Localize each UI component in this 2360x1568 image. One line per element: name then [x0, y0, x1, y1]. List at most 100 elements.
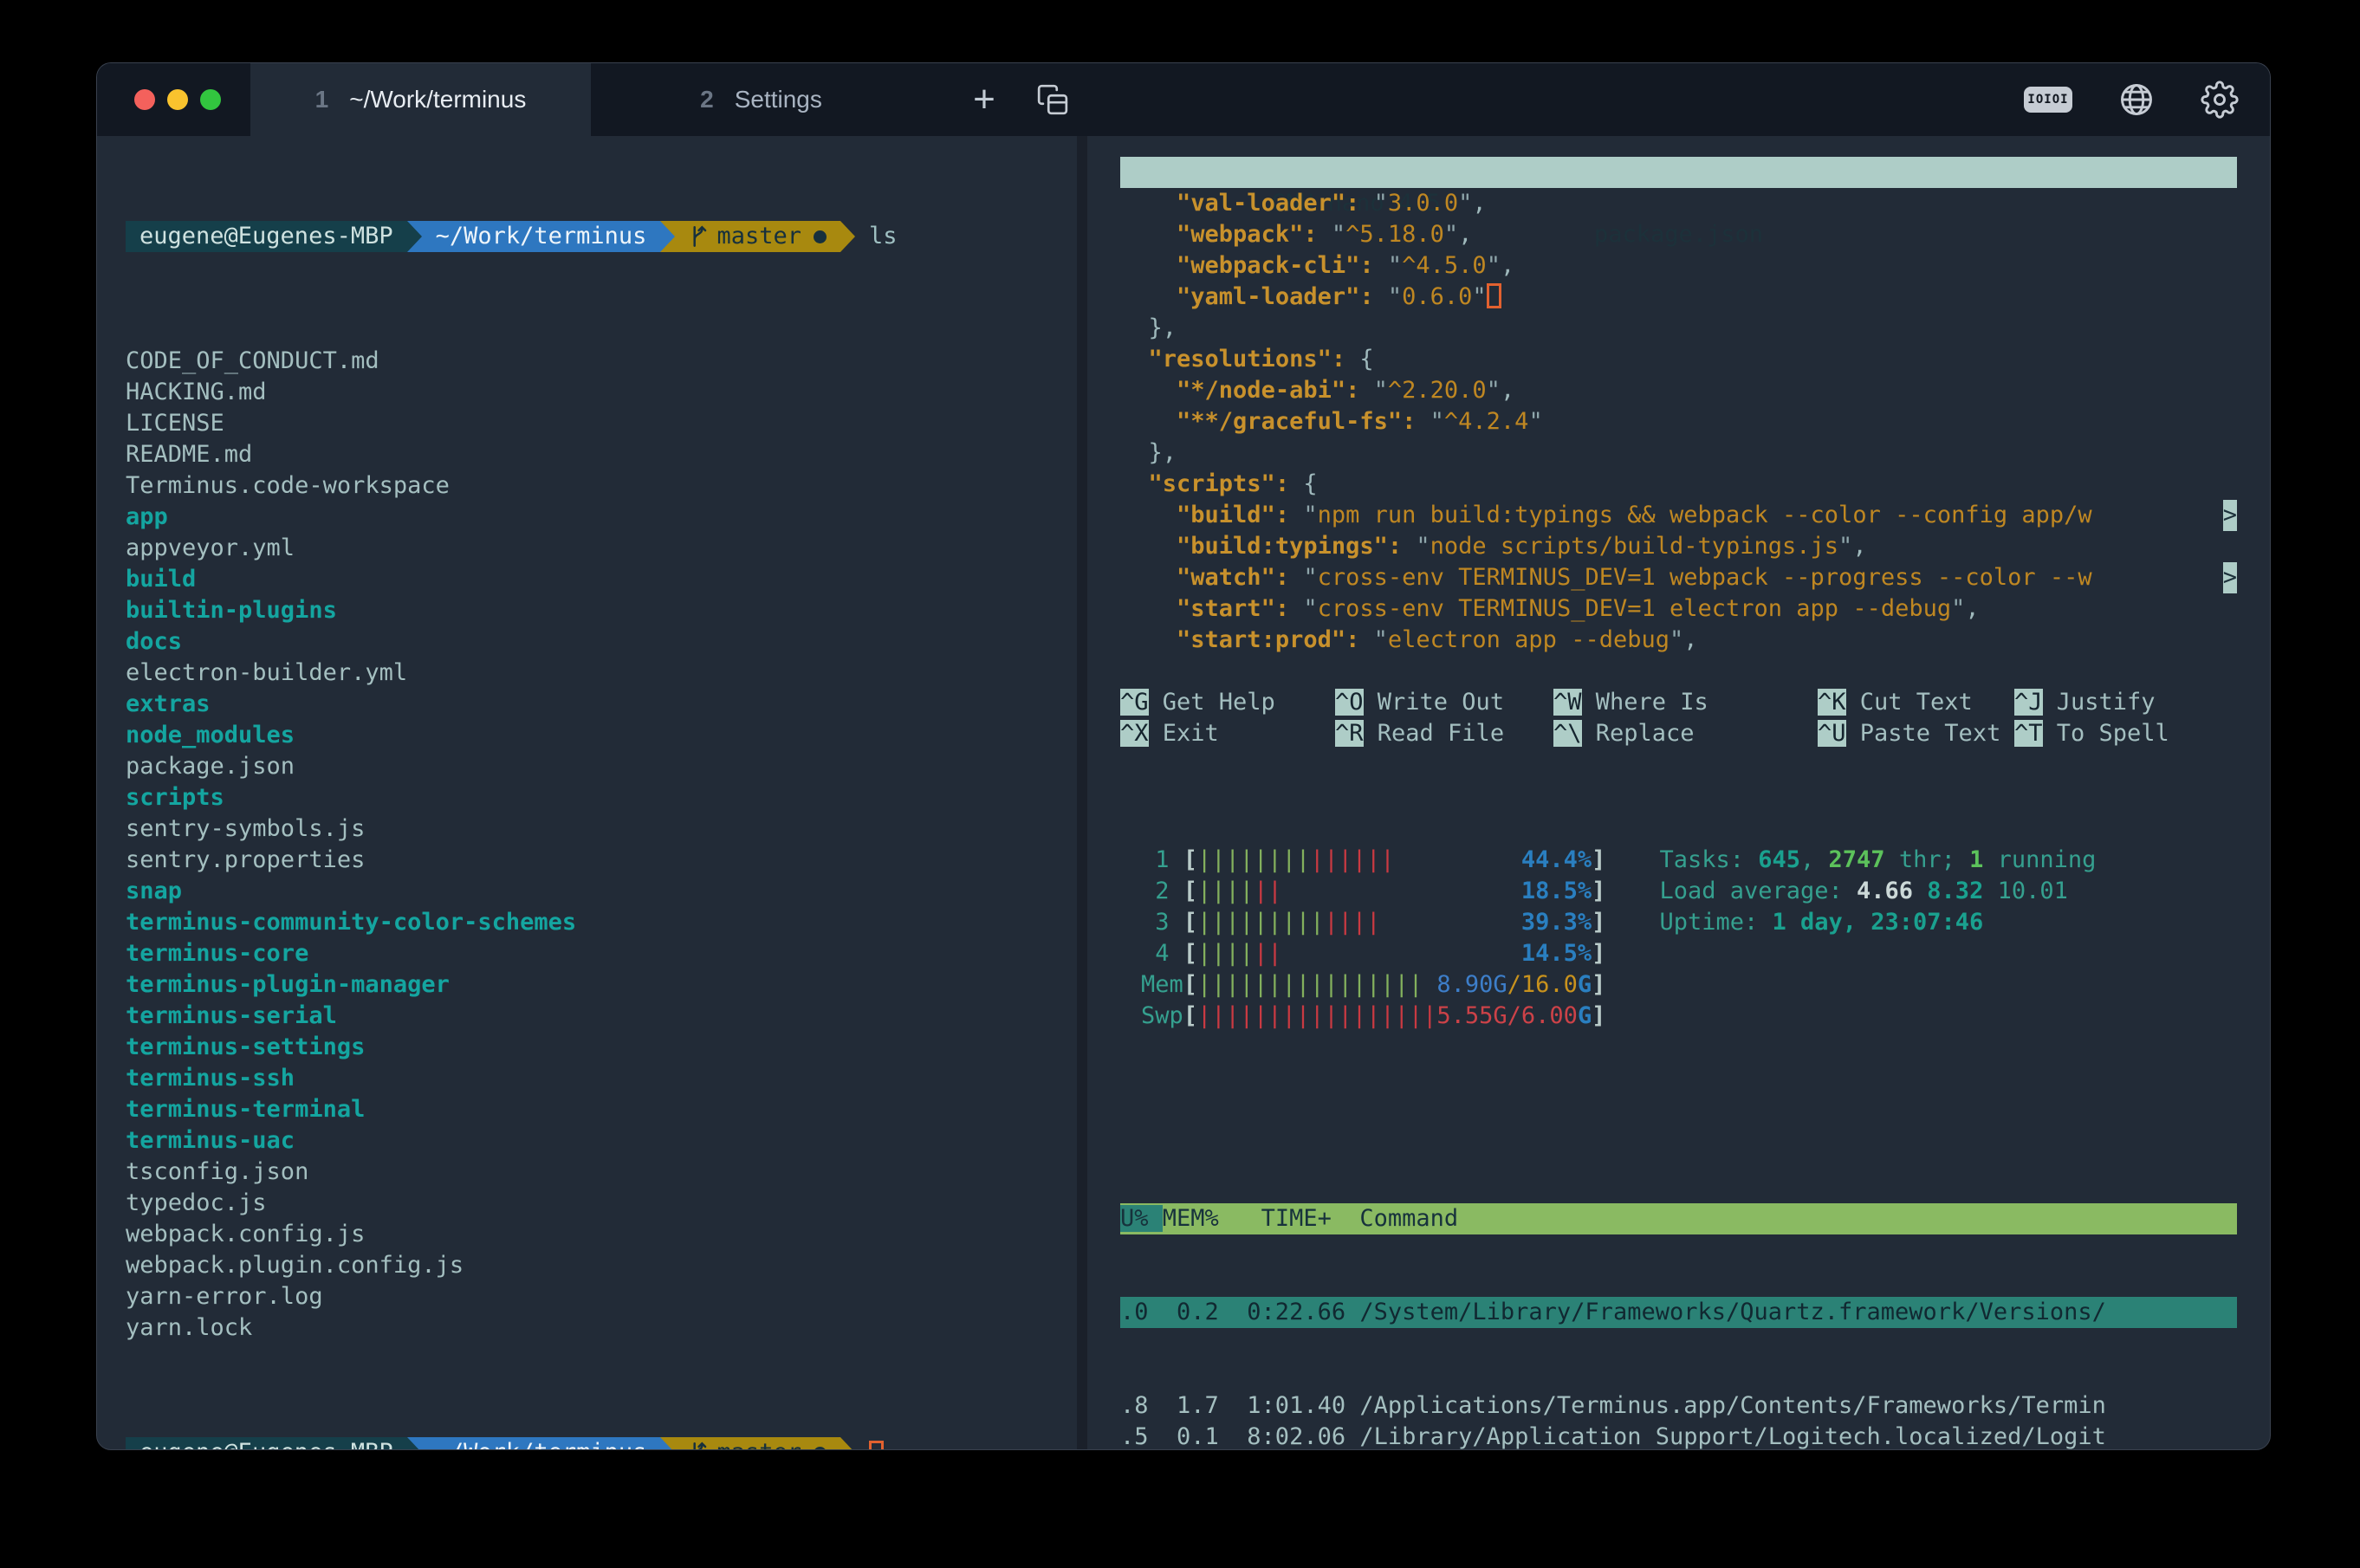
proc-row: .5 0.1 8:02.06 /Library/Application Supp… [1120, 1422, 2237, 1449]
listing-item: webpack.plugin.config.js [126, 1250, 1077, 1281]
nano-pane[interactable]: GNU nano 4.5 package.json "val-loader": … [1087, 136, 2270, 749]
htop-gap [1120, 1094, 2237, 1141]
prompt-git-segment: master [675, 221, 840, 252]
htop-meters-and-stats: 1 [||||||||||||||44.4%] 2 [||||||18.5%] … [1120, 845, 2237, 1032]
listing-item: terminus-core [126, 938, 1077, 969]
proc-selected-row[interactable]: .0 0.2 0:22.66 /System/Library/Framework… [1120, 1297, 2237, 1328]
powerline-separator [660, 221, 675, 252]
pane-divider-vertical[interactable] [1077, 136, 1087, 1449]
nano-shortcut: ^J Justify [2014, 687, 2237, 718]
listing-item: terminus-serial [126, 1001, 1077, 1032]
listing-item: snap [126, 876, 1077, 907]
meter-bar: ||||||||||||||44.4% [1197, 845, 1592, 876]
maximize-button[interactable] [200, 89, 221, 110]
line-continuation-marker: > [2223, 500, 2237, 531]
line-continuation-marker: > [2223, 562, 2237, 593]
nano-shortcuts-row-1: ^G Get Help^O Write Out^W Where Is^K Cut… [1120, 687, 2237, 718]
powerline-separator [660, 1437, 675, 1449]
htop-stat-line: Tasks: 645, 2747 thr; 1 running [1659, 845, 2096, 876]
nano-shortcut: ^R Read File [1335, 718, 1553, 749]
nano-titlebar: GNU nano 4.5 package.json [1120, 157, 2237, 188]
meter-bar: ||||||||||||||||8.90G/16.0G [1197, 969, 1592, 1001]
prompt-cwd: ~/Work/terminus [422, 1437, 661, 1449]
listing-item: typedoc.js [126, 1188, 1077, 1219]
tab-number: 2 [700, 86, 714, 113]
listing-item: build [126, 564, 1077, 595]
terminal-content: eugene@Eugenes-MBP ~/Work/terminus maste… [97, 136, 2270, 1449]
close-button[interactable] [134, 89, 155, 110]
listing-item: app [126, 502, 1077, 533]
listing-item: tsconfig.json [126, 1157, 1077, 1188]
nano-line: "webpack": "^5.18.0", [1120, 219, 2237, 250]
resource-meter: 4 [||||||14.5%] [1141, 938, 1605, 969]
serial-icon[interactable]: IOIOI [2024, 87, 2072, 113]
tab-work-terminus[interactable]: 1 ~/Work/terminus [250, 63, 591, 136]
powerline-separator [407, 1437, 422, 1449]
listing-item: CODE_OF_CONDUCT.md [126, 346, 1077, 377]
resource-meter: 3 [|||||||||||||39.3%] [1141, 907, 1605, 938]
git-branch-icon [689, 224, 708, 249]
nano-shortcut: ^T To Spell [2014, 718, 2237, 749]
resource-meter: 1 [||||||||||||||44.4%] [1141, 845, 1605, 876]
listing-item: appveyor.yml [126, 533, 1077, 564]
listing-item: extras [126, 689, 1077, 720]
listing-item: terminus-uac [126, 1125, 1077, 1157]
right-panes: GNU nano 4.5 package.json "val-loader": … [1087, 136, 2270, 1449]
nano-line: }, [1120, 313, 2237, 344]
listing-item: electron-builder.yml [126, 658, 1077, 689]
nano-line: "yaml-loader": "0.6.0" [1120, 282, 2237, 313]
tab-number: 1 [315, 86, 329, 113]
listing-item: yarn-error.log [126, 1281, 1077, 1312]
git-branch-name: master [716, 221, 801, 252]
prompt-user-host: eugene@Eugenes-MBP [126, 221, 407, 252]
htop-pane[interactable]: 1 [||||||||||||||44.4%] 2 [||||||18.5%] … [1087, 749, 2270, 1449]
nano-blank-line [1120, 656, 2237, 687]
git-dirty-dot [814, 1447, 827, 1450]
window-controls [97, 63, 250, 136]
shell-pane[interactable]: eugene@Eugenes-MBP ~/Work/terminus maste… [97, 136, 1077, 1449]
listing-item: terminus-terminal [126, 1094, 1077, 1125]
listing-item: sentry-symbols.js [126, 813, 1077, 845]
prompt-user-host: eugene@Eugenes-MBP [126, 1437, 407, 1449]
split-windows-icon[interactable] [1028, 63, 1077, 136]
nano-shortcut: ^O Write Out [1335, 687, 1553, 718]
terminus-window: 1 ~/Work/terminus 2 Settings + IOIOI [97, 63, 2270, 1449]
file-listing: CODE_OF_CONDUCT.mdHACKING.mdLICENSEREADM… [126, 346, 1077, 1344]
resource-meter: Mem[||||||||||||||||8.90G/16.0G] [1141, 969, 1605, 1001]
powerline-separator [407, 221, 422, 252]
listing-item: package.json [126, 751, 1077, 782]
htop-stat-line: Load average: 4.66 8.32 10.01 [1659, 876, 2096, 907]
listing-item: node_modules [126, 720, 1077, 751]
listing-item: terminus-plugin-manager [126, 969, 1077, 1001]
nano-shortcut: ^G Get Help [1120, 687, 1335, 718]
listing-item: scripts [126, 782, 1077, 813]
nano-shortcut: ^W Where Is [1553, 687, 1818, 718]
nano-shortcut: ^\ Replace [1553, 718, 1818, 749]
htop-stat-line: Uptime: 1 day, 23:07:46 [1659, 907, 2096, 938]
powerline-separator [840, 221, 855, 252]
nano-cursor [1487, 283, 1501, 308]
tab-settings[interactable]: 2 Settings [591, 63, 931, 136]
listing-item: docs [126, 626, 1077, 658]
listing-item: webpack.config.js [126, 1219, 1077, 1250]
proc-table-header[interactable]: U% MEM% TIME+ Command [1120, 1203, 2237, 1234]
nano-line: "start:prod": "electron app --debug", [1120, 625, 2237, 656]
nano-line: "webpack-cli": "^4.5.0", [1120, 250, 2237, 282]
new-tab-button[interactable]: + [963, 63, 1006, 136]
git-branch-name: master [716, 1437, 801, 1449]
proc-row: .8 1.7 1:01.40 /Applications/Terminus.ap… [1120, 1390, 2237, 1422]
listing-item: HACKING.md [126, 377, 1077, 408]
nano-shortcuts-row-2: ^X Exit^R Read File^\ Replace^U Paste Te… [1120, 718, 2237, 749]
gear-icon[interactable] [2201, 81, 2239, 119]
globe-icon[interactable] [2117, 81, 2156, 119]
git-dirty-dot [814, 230, 827, 243]
meter-bar: ||||||14.5% [1197, 938, 1592, 969]
nano-line: "watch": "cross-env TERMINUS_DEV=1 webpa… [1120, 562, 2237, 593]
git-branch-icon [689, 1441, 708, 1449]
minimize-button[interactable] [167, 89, 188, 110]
resource-meter: 2 [||||||18.5%] [1141, 876, 1605, 907]
tab-title: Settings [735, 86, 822, 113]
tab-title: ~/Work/terminus [349, 86, 526, 113]
listing-item: README.md [126, 439, 1077, 470]
listing-item: terminus-community-color-schemes [126, 907, 1077, 938]
